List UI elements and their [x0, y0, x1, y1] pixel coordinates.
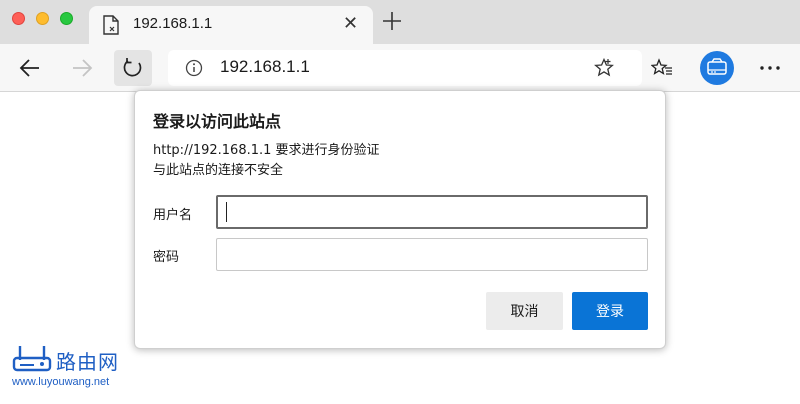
page-broken-icon	[103, 15, 119, 35]
watermark-brand: 路由网	[56, 350, 119, 374]
info-icon[interactable]	[185, 59, 203, 77]
profile-button[interactable]	[700, 51, 734, 85]
toolbar: 192.168.1.1	[0, 44, 800, 92]
forward-button[interactable]	[66, 52, 98, 84]
password-label: 密码	[153, 250, 180, 265]
router-logo-icon	[12, 344, 52, 374]
arrow-right-icon	[73, 59, 93, 77]
insecure-connection-message: 与此站点的连接不安全	[153, 163, 284, 178]
address-url[interactable]: 192.168.1.1	[220, 57, 310, 77]
username-label: 用户名	[153, 208, 193, 223]
watermark-url: www.luyouwang.net	[12, 376, 110, 388]
text-caret	[226, 202, 227, 222]
profile-icon	[707, 58, 727, 75]
cancel-button[interactable]: 取消	[486, 292, 563, 330]
password-input[interactable]	[216, 238, 648, 271]
arrow-left-icon	[19, 59, 39, 77]
new-tab-button[interactable]	[382, 9, 402, 33]
login-button[interactable]: 登录	[572, 292, 648, 330]
minimize-window-button[interactable]	[36, 12, 49, 25]
back-button[interactable]	[14, 52, 46, 84]
watermark: 路由网 www.luyouwang.net	[12, 344, 137, 392]
username-input[interactable]	[216, 195, 648, 229]
tab-title: 192.168.1.1	[133, 15, 213, 32]
star-icon[interactable]	[594, 57, 614, 78]
tab-strip: 192.168.1.1 ✕	[0, 0, 800, 44]
auth-required-message: http://192.168.1.1 要求进行身份验证	[153, 143, 380, 158]
active-tab[interactable]: 192.168.1.1 ✕	[89, 6, 373, 44]
plus-icon	[383, 12, 401, 30]
tab-close-icon[interactable]: ✕	[343, 14, 358, 34]
more-button[interactable]	[754, 52, 786, 84]
dialog-title: 登录以访问此站点	[153, 112, 282, 131]
zoom-window-button[interactable]	[60, 12, 73, 25]
more-icon	[760, 66, 780, 70]
address-bar[interactable]: 192.168.1.1	[168, 50, 642, 86]
reload-icon	[123, 58, 142, 77]
close-window-button[interactable]	[12, 12, 25, 25]
auth-dialog: 登录以访问此站点 http://192.168.1.1 要求进行身份验证 与此站…	[134, 90, 666, 349]
reload-button[interactable]	[114, 50, 152, 86]
favorites-button[interactable]	[646, 52, 678, 84]
favorites-list-icon	[651, 58, 672, 75]
